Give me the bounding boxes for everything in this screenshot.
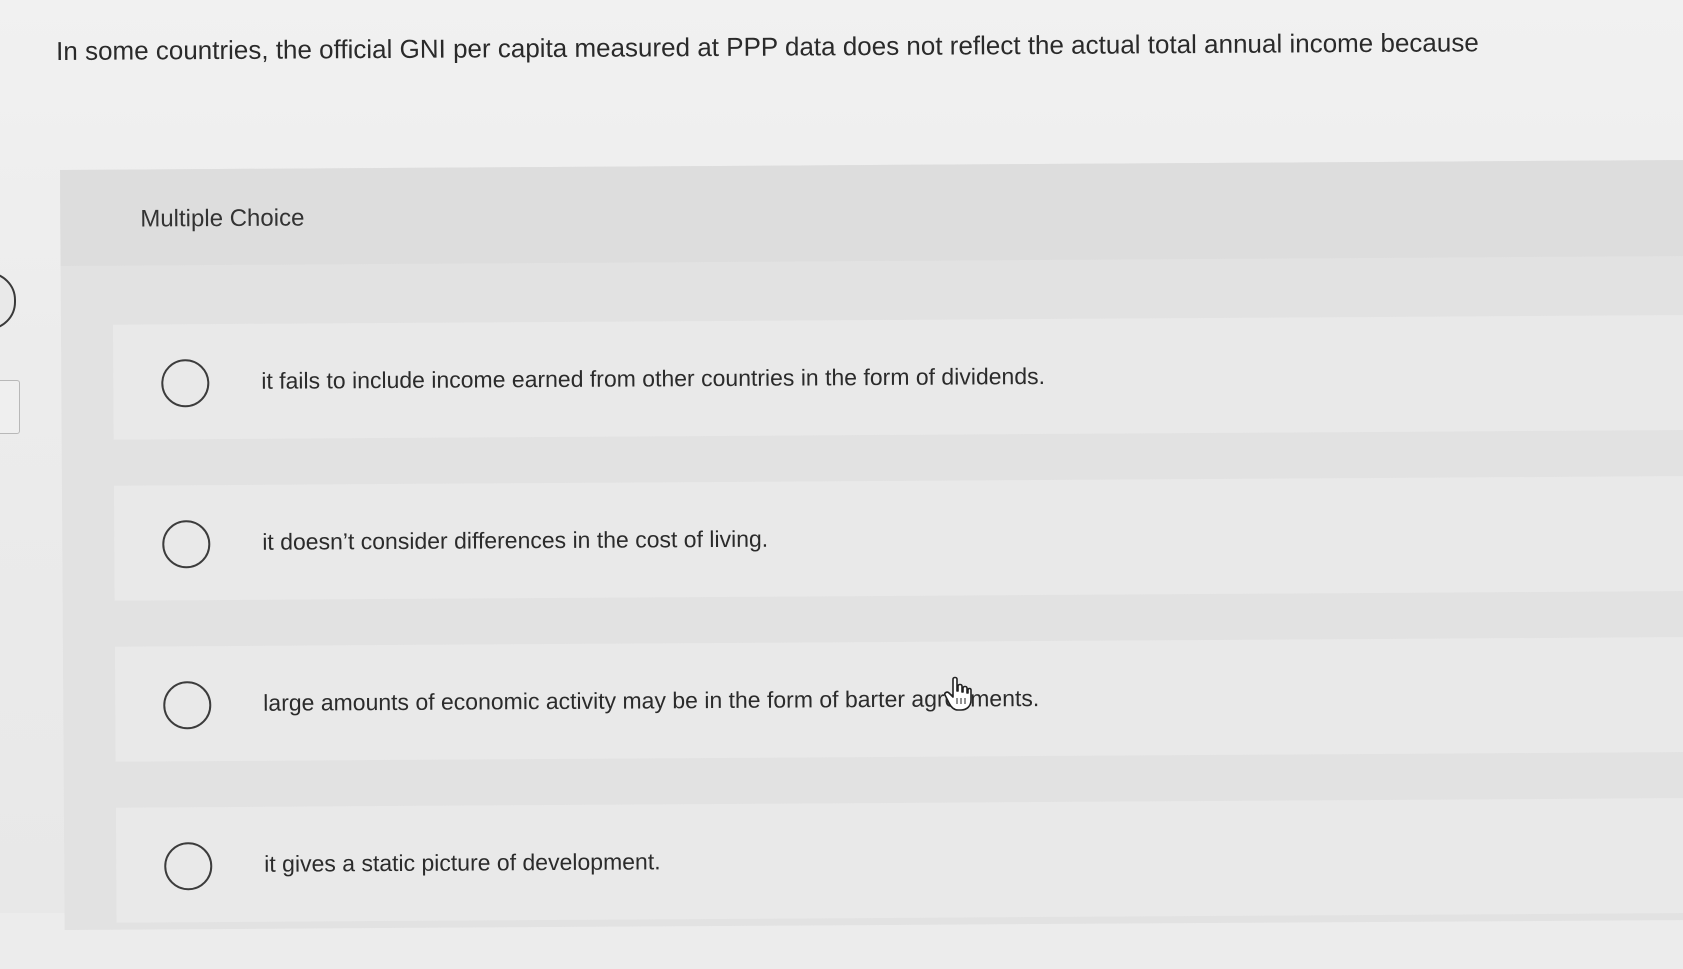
radio-button-icon[interactable] (161, 359, 210, 408)
multiple-choice-panel: Multiple Choice it fails to include inco… (60, 159, 1683, 930)
answer-option-label[interactable]: it doesn’t consider differences in the c… (262, 523, 768, 558)
answer-option-2[interactable]: it doesn’t consider differences in the c… (113, 476, 1683, 601)
answer-option-4[interactable]: it gives a static picture of development… (115, 798, 1683, 923)
side-panel-edge (0, 380, 20, 434)
radio-button-icon[interactable] (163, 681, 212, 730)
radio-button-icon[interactable] (162, 520, 211, 569)
multiple-choice-title: Multiple Choice (140, 204, 305, 233)
answer-option-label[interactable]: large amounts of economic activity may b… (263, 682, 1039, 719)
answer-option-label[interactable]: it fails to include income earned from o… (261, 360, 1045, 397)
multiple-choice-header: Multiple Choice (60, 159, 1683, 266)
answer-option-label[interactable]: it gives a static picture of development… (264, 845, 661, 879)
side-panel-toggle[interactable] (0, 272, 16, 330)
question-prompt: In some countries, the official GNI per … (56, 27, 1479, 66)
answer-options: it fails to include income earned from o… (112, 315, 1683, 969)
hand-pointer-icon (944, 676, 972, 711)
page: In some countries, the official GNI per … (0, 0, 1683, 930)
answer-option-1[interactable]: it fails to include income earned from o… (112, 315, 1683, 440)
radio-button-icon[interactable] (164, 842, 213, 891)
answer-option-3[interactable]: large amounts of economic activity may b… (114, 637, 1683, 762)
